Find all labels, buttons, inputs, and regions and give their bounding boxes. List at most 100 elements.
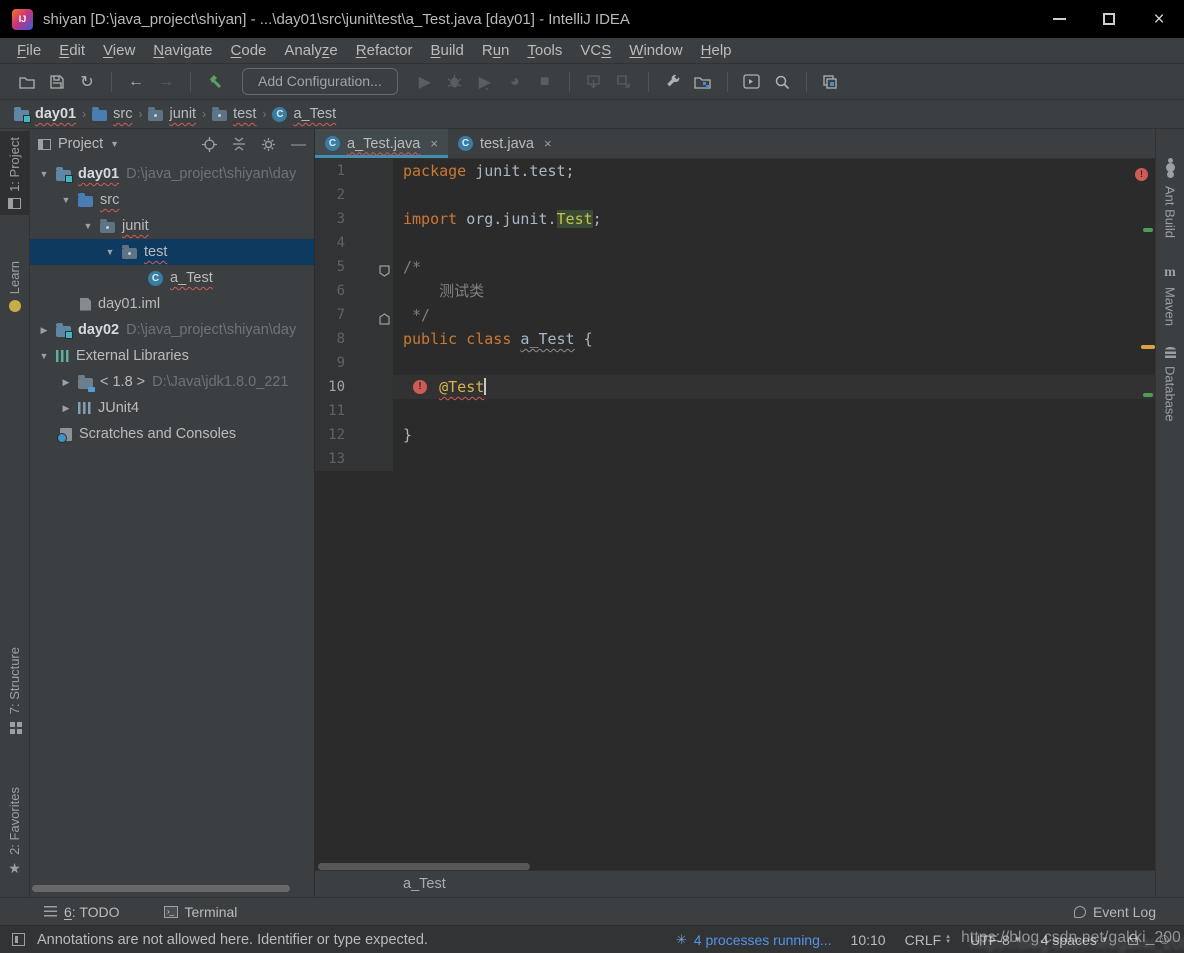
breadcrumb-class[interactable]: a_Test (403, 876, 446, 892)
expander-right-icon[interactable]: ▶ (36, 325, 52, 336)
error-count-badge[interactable]: ! (1135, 168, 1148, 181)
menu-window[interactable]: Window (620, 42, 691, 59)
close-button[interactable]: × (1134, 0, 1184, 38)
close-tab-icon[interactable]: × (544, 136, 552, 151)
tree-row-a-test[interactable]: C a_Test (30, 265, 314, 291)
expander-down-icon[interactable]: ▼ (102, 247, 118, 257)
project-structure-icon[interactable] (688, 68, 718, 96)
minimize-button[interactable] (1034, 0, 1084, 38)
tool-button-learn[interactable]: Learn (0, 255, 29, 318)
maximize-button[interactable] (1084, 0, 1134, 38)
locate-file-icon[interactable] (202, 137, 217, 152)
menu-code[interactable]: Code (222, 42, 276, 59)
settings-wrench-icon[interactable] (658, 68, 688, 96)
package-folder-icon (122, 248, 137, 259)
menu-run[interactable]: Run (473, 42, 519, 59)
tree-row-test[interactable]: ▼ test (30, 239, 314, 265)
tree-row-src[interactable]: ▼ src (30, 187, 314, 213)
menu-file[interactable]: File (8, 42, 50, 59)
tool-button-project[interactable]: 1: Project (0, 131, 29, 215)
debug-icon[interactable] (440, 68, 470, 96)
attach-debugger-icon[interactable] (579, 68, 609, 96)
expander-down-icon[interactable]: ▼ (80, 221, 96, 231)
expander-right-icon[interactable]: ▶ (58, 403, 74, 414)
tool-button-terminal[interactable]: ›_ Terminal (164, 904, 238, 920)
run-anything-icon[interactable] (737, 68, 767, 96)
profiler-icon[interactable]: ◕ (500, 68, 530, 96)
menu-tools[interactable]: Tools (518, 42, 571, 59)
menu-build[interactable]: Build (421, 42, 472, 59)
tree-row-junit4[interactable]: ▶ JUnit4 (30, 395, 314, 421)
menu-analyze[interactable]: Analyze (275, 42, 346, 59)
tree-row-day02[interactable]: ▶ day02 D:\java_project\shiyan\day (30, 317, 314, 343)
code-editor[interactable]: 1 package junit.test; 2 3 import org.jun… (315, 159, 1155, 870)
breadcrumb-separator: › (138, 107, 142, 121)
dump-threads-icon[interactable] (609, 68, 639, 96)
editor-horizontal-scrollbar[interactable] (318, 863, 530, 870)
change-marker[interactable] (1143, 228, 1153, 232)
expander-down-icon[interactable]: ▼ (36, 169, 52, 179)
change-marker[interactable] (1143, 393, 1153, 397)
tree-row-jdk[interactable]: ▶ < 1.8 > D:\Java\jdk1.8.0_221 (30, 369, 314, 395)
tool-button-favorites[interactable]: 2: Favorites ★ (0, 781, 29, 881)
breadcrumb-separator: › (82, 107, 86, 121)
save-all-icon[interactable] (42, 68, 72, 96)
line-separator-widget[interactable]: CRLF ▲▼ (905, 932, 952, 948)
breadcrumb-day01[interactable]: day01 (14, 106, 76, 122)
menu-navigate[interactable]: Navigate (144, 42, 221, 59)
open-icon[interactable] (12, 68, 42, 96)
run-coverage-icon[interactable]: ▶̣ (470, 68, 500, 96)
tree-row-external-libraries[interactable]: ▼ External Libraries (30, 343, 314, 369)
code-line: 8 public class a_Test { (315, 327, 1155, 351)
collapse-all-icon[interactable] (232, 137, 246, 151)
event-log-button[interactable]: Event Log (1074, 904, 1156, 920)
tool-button-structure[interactable]: 7: Structure (0, 641, 29, 740)
maven-icon: m (1164, 265, 1176, 281)
expander-right-icon[interactable]: ▶ (58, 377, 74, 388)
expander-down-icon[interactable]: ▼ (58, 195, 74, 205)
tool-button-todo[interactable]: 6: TODO (44, 904, 120, 920)
tab-a-test-java[interactable]: C a_Test.java × (315, 129, 448, 158)
tree-row-scratches[interactable]: Scratches and Consoles (30, 421, 314, 447)
sync-icon[interactable]: ↻ (72, 68, 102, 96)
breadcrumb-junit[interactable]: junit (148, 106, 196, 122)
tree-row-junit[interactable]: ▼ junit (30, 213, 314, 239)
error-intention-icon[interactable]: ! (413, 380, 427, 394)
run-icon[interactable]: ▶ (410, 68, 440, 96)
save-layout-icon[interactable] (816, 68, 846, 96)
menu-edit[interactable]: Edit (50, 42, 94, 59)
back-icon[interactable]: ← (121, 68, 151, 96)
source-folder-icon (92, 110, 107, 121)
close-tab-icon[interactable]: × (430, 136, 438, 151)
tree-row-day01[interactable]: ▼ day01 D:\java_project\shiyan\day (30, 161, 314, 187)
stop-icon[interactable]: ■ (530, 68, 560, 96)
tree-row-day01-iml[interactable]: day01.iml (30, 291, 314, 317)
search-everywhere-icon[interactable] (767, 68, 797, 96)
tool-button-ant-build[interactable]: Ant Build (1156, 149, 1184, 244)
gear-icon[interactable] (261, 137, 276, 152)
forward-icon[interactable]: → (151, 68, 181, 96)
build-hammer-icon[interactable] (200, 68, 230, 96)
tab-test-java[interactable]: C test.java × (448, 129, 562, 158)
scratches-icon (60, 428, 72, 441)
background-processes-link[interactable]: ✳ 4 processes running... (676, 932, 832, 948)
breadcrumb-src[interactable]: src (92, 106, 132, 122)
warning-marker[interactable] (1141, 345, 1155, 349)
menu-vcs[interactable]: VCS (571, 42, 620, 59)
run-configuration-select[interactable]: Add Configuration... (242, 68, 398, 95)
tool-button-database[interactable]: Database (1156, 341, 1184, 428)
hide-panel-icon[interactable]: — (291, 137, 306, 152)
breadcrumb-a-test[interactable]: C a_Test (272, 106, 336, 122)
breadcrumb-test[interactable]: test (212, 106, 256, 122)
toggle-toolwindows-icon[interactable] (12, 933, 25, 946)
project-horizontal-scrollbar[interactable] (32, 885, 290, 892)
menu-refactor[interactable]: Refactor (347, 42, 422, 59)
source-folder-icon (78, 196, 93, 207)
menu-help[interactable]: Help (692, 42, 741, 59)
star-icon: ★ (8, 861, 21, 875)
project-panel-title[interactable]: Project (58, 136, 103, 152)
expander-down-icon[interactable]: ▼ (36, 351, 52, 361)
menu-view[interactable]: View (94, 42, 144, 59)
libraries-icon (56, 350, 69, 362)
tool-button-maven[interactable]: m Maven (1156, 259, 1184, 332)
